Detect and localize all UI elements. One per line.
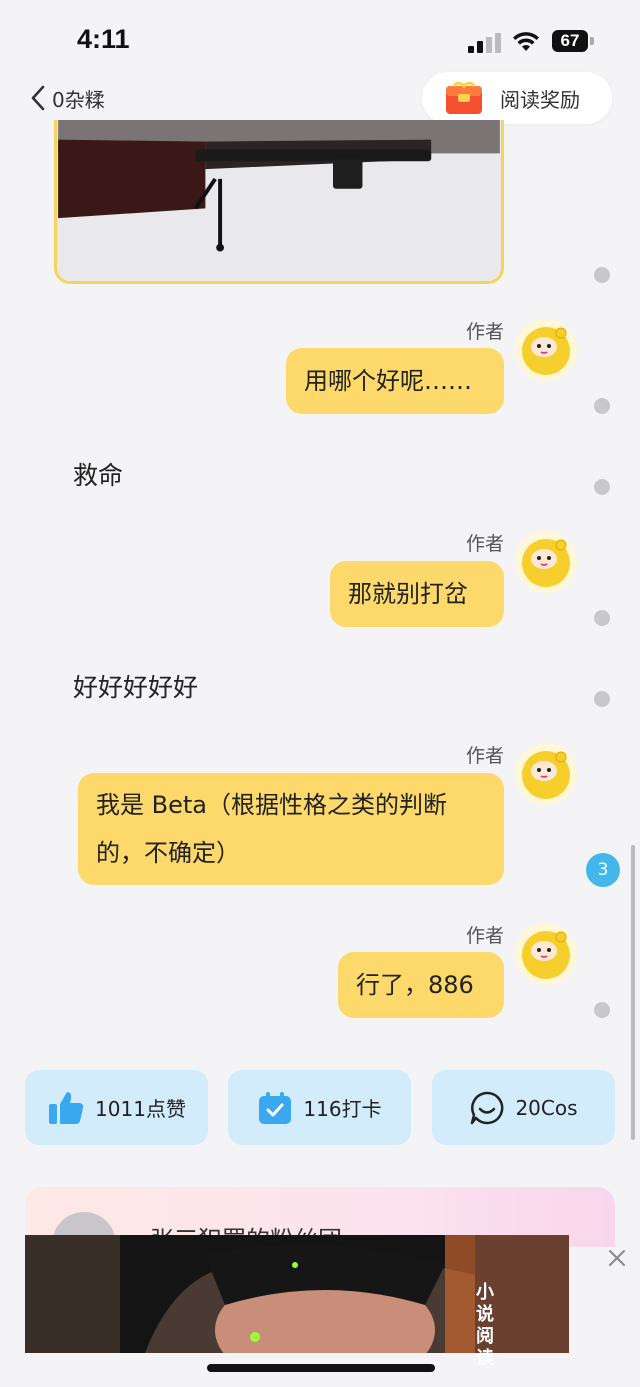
message-bubble[interactable]: 我是 Beta（根据性格之类的判断 的，不确定） [78,773,504,885]
message-bubble[interactable]: 行了，886 [338,952,504,1018]
chat-bubble-icon [471,1091,504,1124]
reader-message[interactable]: 好好好好好 [73,668,198,704]
like-label: 1011点赞 [95,1097,186,1121]
ad-text: 小说阅读 [476,1282,494,1369]
thumbs-up-icon [49,1091,84,1124]
calendar-check-icon [259,1091,292,1124]
like-button[interactable]: 1011点赞 [25,1070,208,1145]
signal-icon [468,33,502,53]
author-tag: 作者 [465,321,504,343]
author-tag: 作者 [465,745,504,767]
battery-level: 67 [552,30,588,52]
photo-rifle-image [58,120,500,281]
avatar-cartoon-icon [515,743,577,805]
author-tag: 作者 [465,533,504,555]
back-label: 0杂糅 [52,87,105,112]
author-avatar[interactable] [515,923,577,985]
message-line: 我是 Beta（根据性格之类的判断 [96,791,447,819]
status-dot [594,398,610,414]
wifi-icon [510,29,542,53]
checkin-button[interactable]: 116打卡 [228,1070,411,1145]
chevron-left-icon [31,85,45,111]
avatar-cartoon-icon [515,319,577,381]
reader-message[interactable]: 救命 [73,456,123,492]
author-avatar[interactable] [515,743,577,805]
status-time: 4:11 [77,24,130,54]
scrollbar[interactable] [631,845,635,1140]
status-dot [594,1002,610,1018]
close-icon[interactable] [606,1247,628,1269]
message-line: 的，不确定） [96,839,240,867]
status-dot [594,691,610,707]
unread-badge[interactable]: 3 [586,853,620,887]
author-tag: 作者 [465,925,504,947]
status-dot [594,267,610,283]
status-dot [594,610,610,626]
battery-icon: 67 [552,30,594,52]
reading-reward-button[interactable]: 阅读奖励 [422,72,612,124]
avatar-cartoon-icon [515,531,577,593]
author-avatar[interactable] [515,319,577,381]
status-dot [594,479,610,495]
back-button[interactable]: 0杂糅 [30,82,105,114]
comment-label: 20Cos [515,1095,578,1120]
comment-button[interactable]: 20Cos [432,1070,615,1145]
avatar-cartoon-icon [515,923,577,985]
gift-icon [444,80,484,116]
image-message[interactable] [54,120,504,284]
message-bubble[interactable]: 用哪个好呢…… [286,348,504,414]
checkin-label: 116打卡 [303,1097,382,1121]
reading-reward-label: 阅读奖励 [500,87,580,112]
author-avatar[interactable] [515,531,577,593]
home-indicator[interactable] [207,1364,435,1372]
message-bubble[interactable]: 那就别打岔 [330,561,504,627]
